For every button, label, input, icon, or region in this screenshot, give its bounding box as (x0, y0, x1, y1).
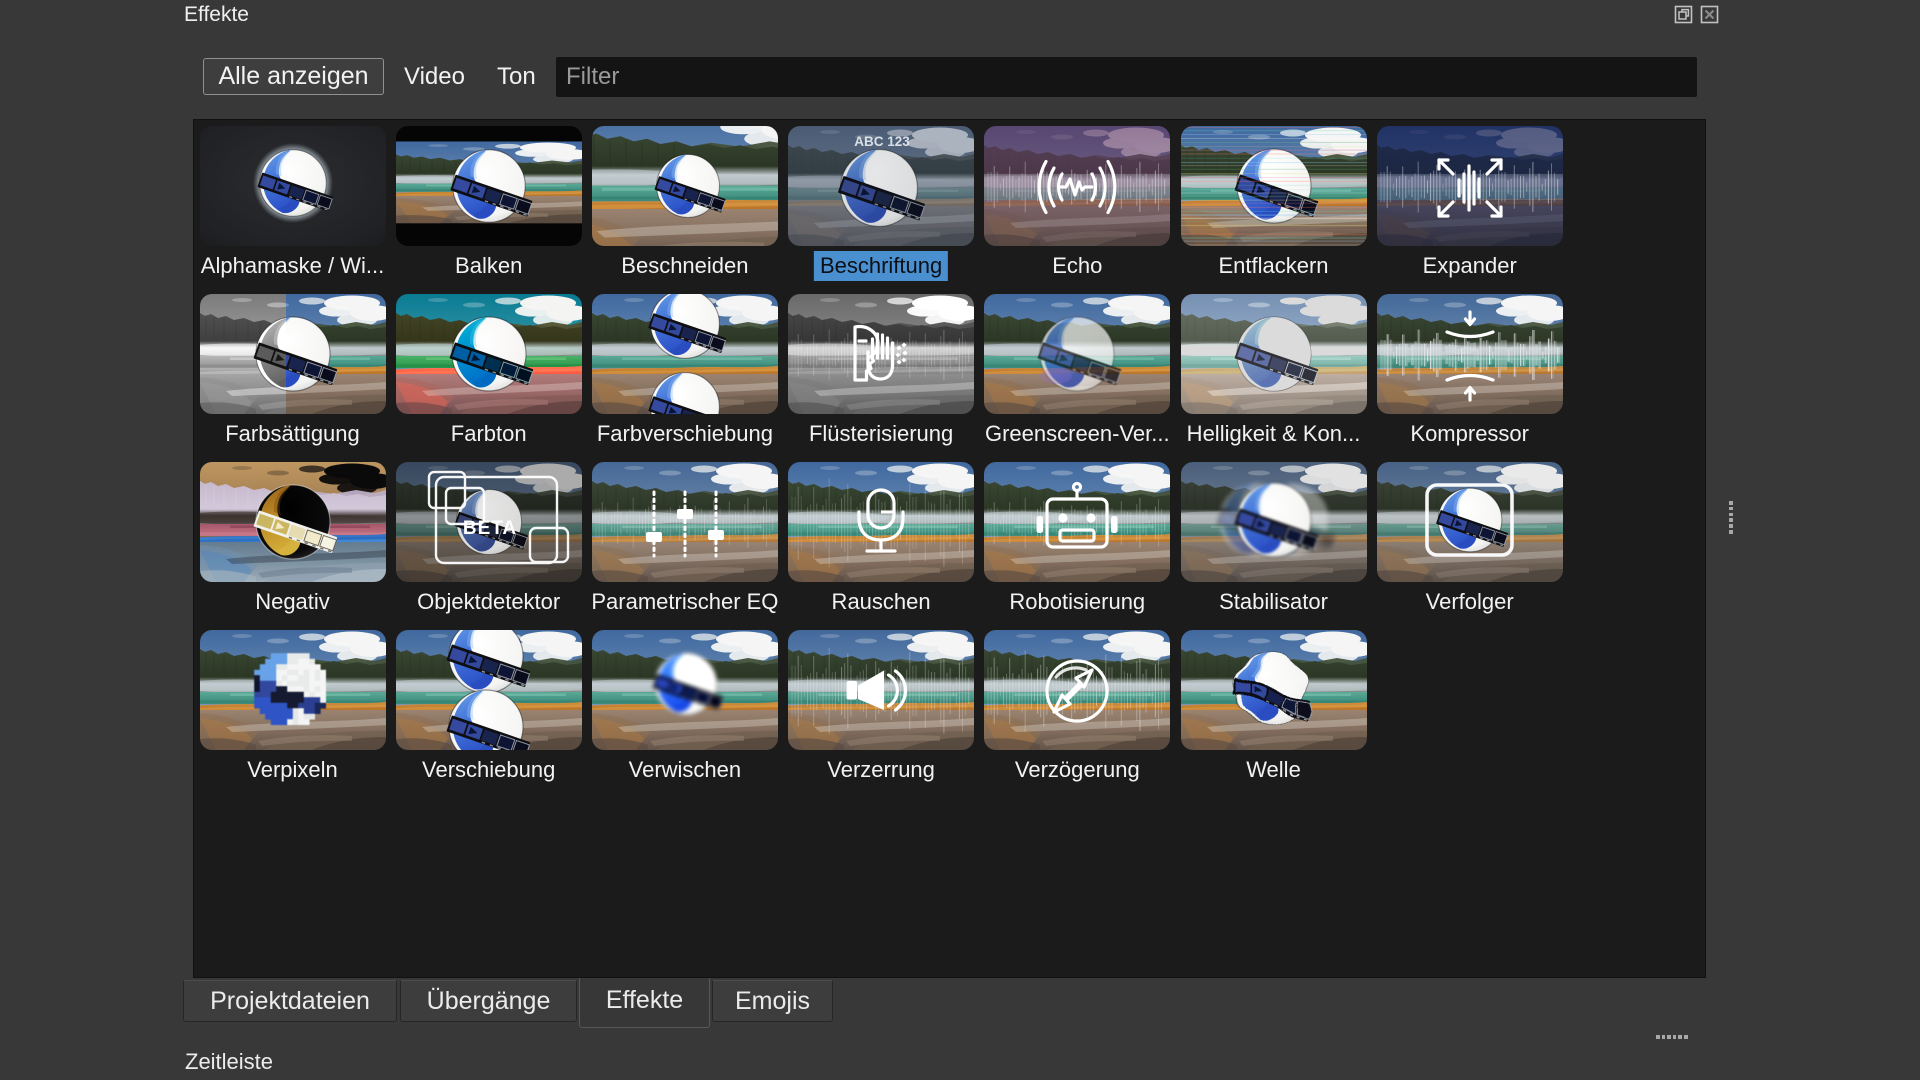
svg-text:ABC 123: ABC 123 (854, 134, 910, 149)
svg-text:BETA: BETA (463, 518, 517, 539)
